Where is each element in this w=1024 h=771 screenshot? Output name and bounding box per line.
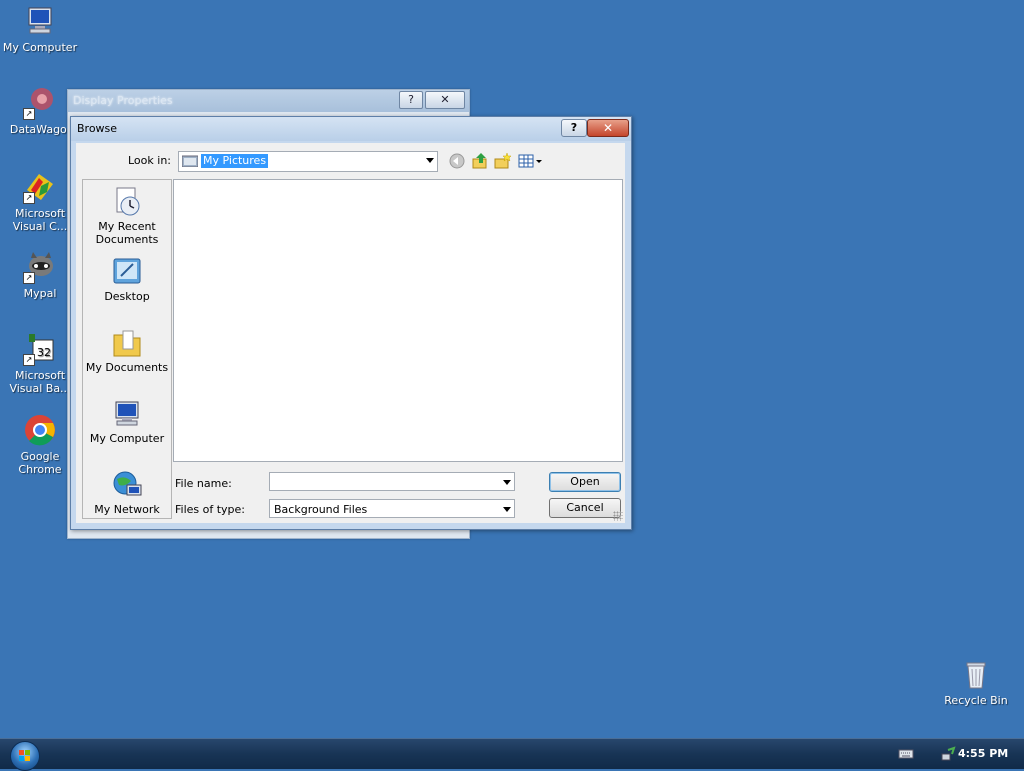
places-item-my-documents[interactable]: My Documents xyxy=(83,327,171,374)
network-tray-icon[interactable] xyxy=(940,746,956,762)
places-item-label: My Network xyxy=(94,503,160,516)
shortcut-arrow-icon: ↗ xyxy=(23,272,35,284)
cancel-button[interactable]: Cancel xyxy=(549,498,621,518)
close-button[interactable]: ✕ xyxy=(587,119,629,137)
windows-logo-icon xyxy=(19,750,30,761)
recycle-bin-icon xyxy=(959,657,993,691)
desktop-icon xyxy=(111,256,143,288)
dialog-client-area: Look in: My Pictures My Recent Documents xyxy=(76,143,625,523)
keyboard-icon[interactable] xyxy=(898,746,914,762)
places-item-label: My Recent Documents xyxy=(95,220,159,246)
view-menu-icon[interactable] xyxy=(518,152,544,170)
help-button[interactable]: ? xyxy=(561,119,587,137)
desktop-icon-label: My Computer xyxy=(2,41,78,54)
dialog-title: Browse xyxy=(77,122,118,135)
shortcut-arrow-icon: ↗ xyxy=(23,108,35,120)
start-button[interactable] xyxy=(10,741,40,771)
resize-grip-icon[interactable] xyxy=(613,511,623,521)
my-documents-icon xyxy=(111,327,143,359)
places-item-my-network[interactable]: My Network xyxy=(83,469,171,516)
close-button[interactable]: ✕ xyxy=(425,91,465,109)
file-name-label: File name: xyxy=(175,477,232,490)
recent-documents-icon xyxy=(111,186,143,218)
datawago-icon: ↗ xyxy=(23,86,57,120)
visual-basic-icon: 32 ↗ xyxy=(23,332,57,366)
my-computer-icon xyxy=(111,398,143,430)
desktop-icon-recycle-bin[interactable]: Recycle Bin xyxy=(937,657,1015,707)
taskbar: 4:55 PM xyxy=(0,738,1024,771)
up-folder-icon[interactable] xyxy=(471,152,489,170)
look-in-dropdown[interactable]: My Pictures xyxy=(178,151,438,172)
chrome-icon xyxy=(23,413,57,447)
places-item-label: My Documents xyxy=(85,361,169,374)
desktop-icon-my-computer[interactable]: My Computer xyxy=(1,4,79,54)
file-name-input[interactable] xyxy=(269,472,515,491)
desktop-icon-label: Recycle Bin xyxy=(944,694,1008,707)
window-title: Display Properties xyxy=(73,94,173,107)
visual-c-icon: ↗ xyxy=(23,170,57,204)
pictures-folder-icon xyxy=(182,155,198,167)
look-in-label: Look in: xyxy=(128,154,171,167)
help-button[interactable]: ? xyxy=(399,91,423,109)
files-of-type-value: Background Files xyxy=(274,503,368,516)
places-item-desktop[interactable]: Desktop xyxy=(83,256,171,303)
places-item-my-computer[interactable]: My Computer xyxy=(83,398,171,445)
new-folder-icon[interactable] xyxy=(494,152,512,170)
shortcut-arrow-icon: ↗ xyxy=(23,192,35,204)
places-bar: My Recent Documents Desktop My Documents… xyxy=(82,179,172,519)
back-icon[interactable] xyxy=(448,152,466,170)
chevron-down-icon[interactable] xyxy=(503,507,511,512)
chevron-down-icon[interactable] xyxy=(426,158,434,163)
taskbar-clock[interactable]: 4:55 PM xyxy=(958,747,1008,760)
file-list[interactable] xyxy=(173,179,623,462)
browse-dialog-titlebar[interactable]: Browse xyxy=(71,117,631,141)
open-button[interactable]: Open xyxy=(549,472,621,492)
look-in-value: My Pictures xyxy=(201,154,269,168)
chevron-down-icon[interactable] xyxy=(503,480,511,485)
browse-dialog[interactable]: Browse ? ✕ Look in: My Pictures My Recen… xyxy=(70,116,632,530)
files-of-type-select[interactable]: Background Files xyxy=(269,499,515,518)
shortcut-arrow-icon: ↗ xyxy=(23,354,35,366)
places-item-label: Desktop xyxy=(104,290,150,303)
places-item-label: My Computer xyxy=(89,432,165,445)
mypal-icon: ↗ xyxy=(23,250,57,284)
svg-text:32: 32 xyxy=(37,346,51,359)
my-network-icon xyxy=(111,469,143,501)
files-of-type-label: Files of type: xyxy=(175,503,246,516)
computer-icon xyxy=(23,4,57,38)
places-item-recent-documents[interactable]: My Recent Documents xyxy=(83,186,171,246)
